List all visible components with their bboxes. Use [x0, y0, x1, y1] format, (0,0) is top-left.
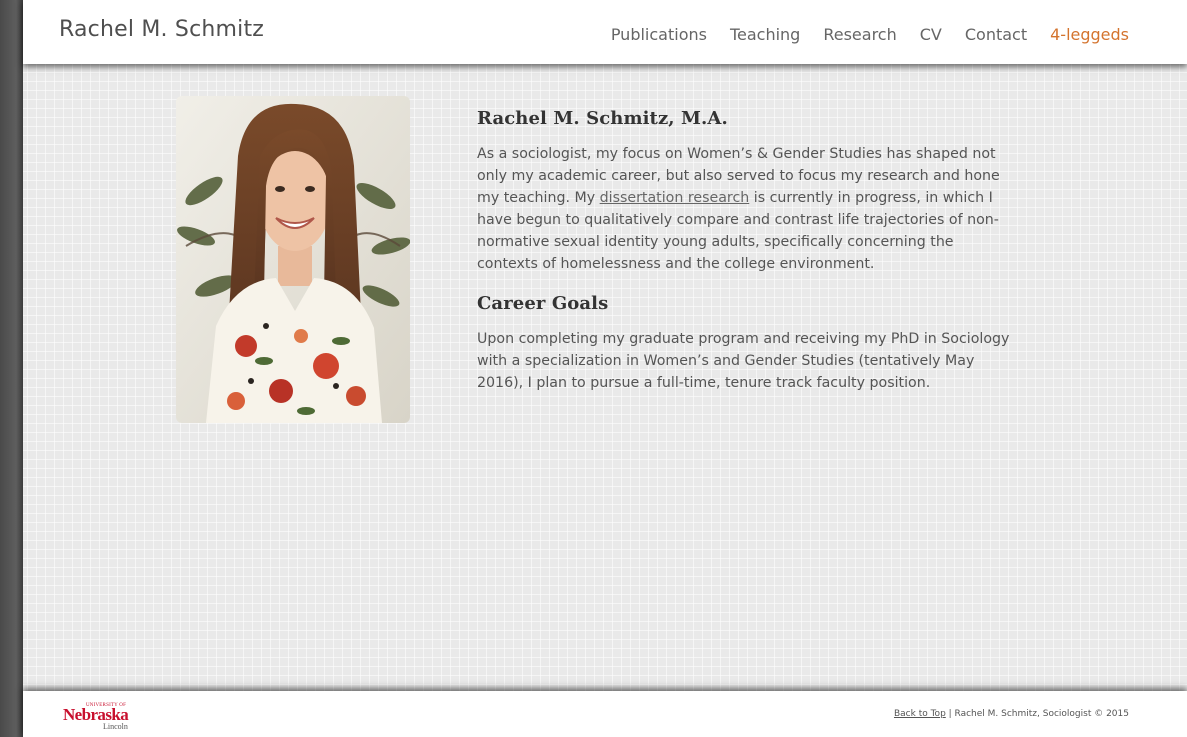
- nav-4-leggeds[interactable]: 4-leggeds: [1050, 25, 1129, 44]
- unl-logo-bottom: Lincoln: [103, 722, 128, 731]
- career-goals-heading: Career Goals: [477, 293, 609, 314]
- main-nav: Publications Teaching Research CV Contac…: [588, 25, 1129, 44]
- intro-paragraph: As a sociologist, my focus on Women’s & …: [477, 143, 1012, 275]
- footer-credit-text: | Rachel M. Schmitz, Sociologist © 2015: [945, 709, 1129, 719]
- site-header: Rachel M. Schmitz Publications Teaching …: [23, 0, 1187, 64]
- left-edge-strip: [0, 0, 23, 737]
- about-section: Rachel M. Schmitz, M.A. As a sociologist…: [477, 108, 1012, 394]
- back-to-top-link[interactable]: Back to Top: [894, 709, 946, 719]
- dissertation-research-link[interactable]: dissertation research: [600, 190, 750, 206]
- nav-publications[interactable]: Publications: [611, 25, 707, 44]
- nav-research[interactable]: Research: [823, 25, 896, 44]
- site-footer: UNIVERSITY OF Nebraska Lincoln Back to T…: [23, 691, 1187, 737]
- career-goals-paragraph: Upon completing my graduate program and …: [477, 331, 1010, 391]
- nav-contact[interactable]: Contact: [965, 25, 1027, 44]
- footer-credit: Back to Top | Rachel M. Schmitz, Sociolo…: [894, 709, 1129, 719]
- page-heading: Rachel M. Schmitz, M.A.: [477, 108, 728, 129]
- nav-teaching[interactable]: Teaching: [730, 25, 800, 44]
- site-title[interactable]: Rachel M. Schmitz: [59, 17, 264, 42]
- nav-cv[interactable]: CV: [920, 25, 942, 44]
- unl-logo[interactable]: UNIVERSITY OF Nebraska Lincoln: [61, 703, 131, 733]
- profile-photo: [176, 96, 410, 423]
